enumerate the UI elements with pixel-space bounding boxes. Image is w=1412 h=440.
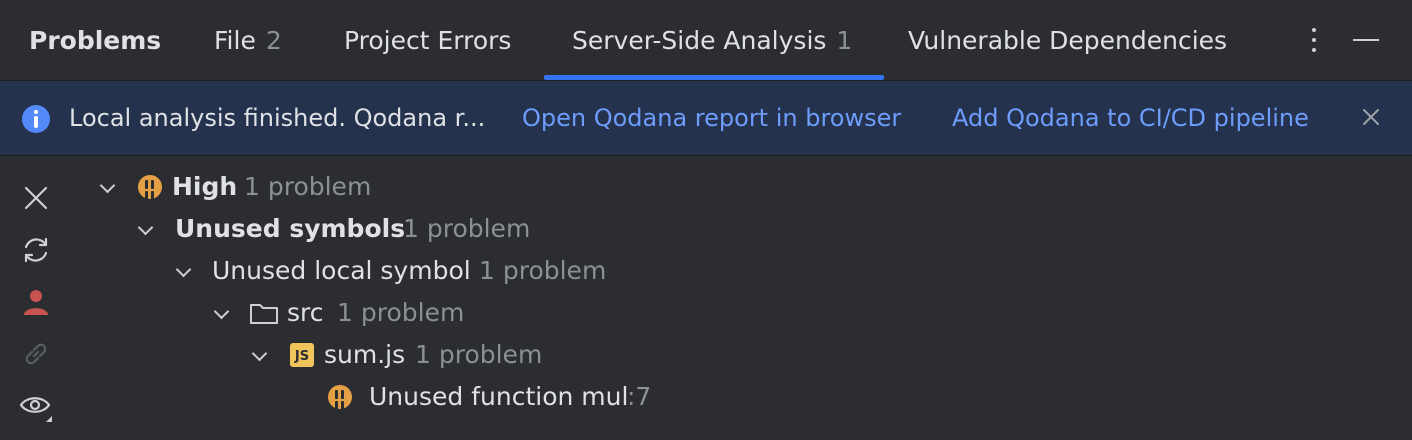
tool-window-title: Problems [29, 26, 162, 55]
chevron-down-icon[interactable] [212, 304, 232, 324]
tab-label: Vulnerable Dependencies [908, 26, 1228, 55]
tab-count: 2 [265, 26, 282, 55]
chevron-down-icon[interactable] [136, 220, 156, 240]
tab-file[interactable]: File 2 [214, 0, 282, 81]
warning-icon [138, 175, 162, 199]
banner-message: Local analysis finished. Qodana r... [69, 104, 486, 132]
problem-label: Unused function mul [369, 382, 629, 411]
tree-node-group[interactable]: Unused symbols 1 problem [0, 208, 1412, 250]
node-label: High [172, 172, 238, 201]
warning-icon [328, 385, 352, 409]
chevron-down-icon[interactable] [98, 178, 118, 198]
active-tab-indicator [544, 75, 884, 80]
add-to-pipeline-link[interactable]: Add Qodana to CI/CD pipeline [952, 81, 1309, 156]
tree-node-severity[interactable]: High 1 problem [0, 166, 1412, 208]
tab-label: File [214, 26, 256, 55]
tree-node-folder[interactable]: src 1 problem [0, 292, 1412, 334]
node-count: 1 problem [415, 340, 543, 369]
chevron-down-icon[interactable] [250, 346, 270, 366]
tree-node-file[interactable]: JS sum.js 1 problem [0, 334, 1412, 376]
node-label: Unused symbols [175, 214, 406, 243]
problem-line: :7 [627, 382, 652, 411]
node-label: Unused local symbol [212, 256, 471, 285]
notification-banner: Local analysis finished. Qodana r... Ope… [0, 81, 1412, 156]
node-label: src [287, 298, 324, 327]
folder-icon [250, 304, 278, 324]
node-count: 1 problem [479, 256, 607, 285]
tab-count: 1 [836, 26, 853, 55]
node-count: 1 problem [337, 298, 465, 327]
node-count: 1 problem [403, 214, 531, 243]
node-count: 1 problem [244, 172, 372, 201]
more-options-icon[interactable] [1300, 22, 1328, 58]
info-icon [22, 105, 50, 133]
javascript-file-icon: JS [290, 343, 314, 367]
problems-tool-window: Problems File 2 Project Errors Server-Sid… [0, 0, 1412, 440]
tab-vulnerable-dependencies[interactable]: Vulnerable Dependencies [908, 0, 1227, 81]
node-label: sum.js [324, 340, 406, 369]
tab-label: Server-Side Analysis [572, 26, 827, 55]
tab-project-errors[interactable]: Project Errors [344, 0, 511, 81]
close-icon[interactable] [1360, 106, 1382, 128]
tab-label: Project Errors [344, 26, 512, 55]
tab-server-side-analysis[interactable]: Server-Side Analysis 1 [572, 0, 852, 81]
minimize-icon[interactable] [1352, 28, 1380, 52]
tree-node-inspection[interactable]: Unused local symbol 1 problem [0, 250, 1412, 292]
chevron-down-icon[interactable] [174, 262, 194, 282]
tab-bar: Problems File 2 Project Errors Server-Sid… [0, 0, 1412, 81]
open-report-link[interactable]: Open Qodana report in browser [522, 81, 901, 156]
tree-node-problem[interactable]: Unused function mul :7 [0, 376, 1412, 418]
